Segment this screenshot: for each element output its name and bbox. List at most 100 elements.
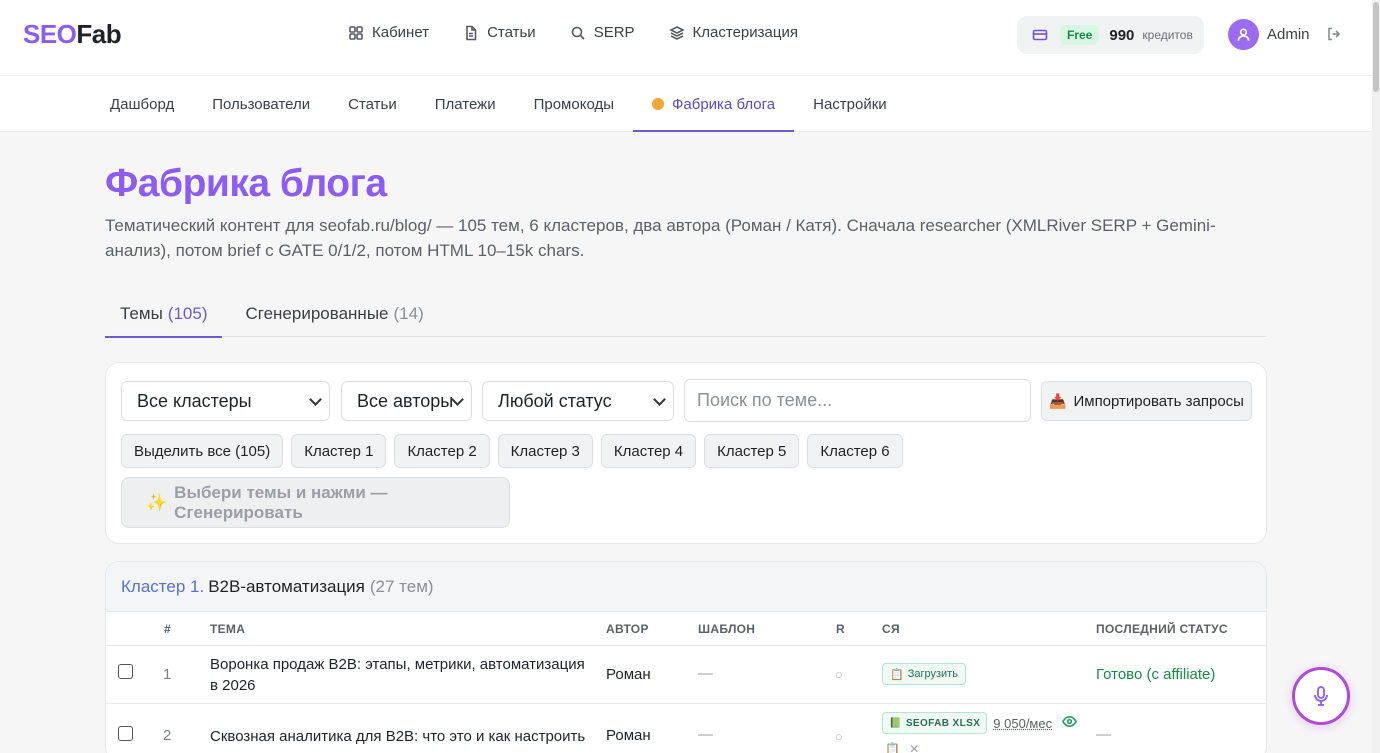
file-icon: 📗 [889,717,902,729]
topnav-label: Кабинет [372,24,430,41]
eye-icon[interactable] [1062,714,1078,733]
author-select[interactable]: Все авторы [341,381,472,421]
cluster-chip-1[interactable]: Кластер 1 [291,434,387,468]
row-r: ○ [835,729,843,744]
table-header: # ТЕМА АВТОР ШАБЛОН R СЯ ПОСЛЕДНИЙ СТАТУ… [106,612,1266,646]
credits-count: 990 [1109,26,1135,44]
cluster-number: Кластер 1. [121,576,205,596]
cluster-chip-2[interactable]: Кластер 2 [394,434,490,468]
content-tabs: Темы (105) Сгенерированные (14) [105,290,1267,338]
row-template: — [698,665,713,682]
import-icon: 📥 [1049,392,1067,409]
col-num: # [164,622,171,636]
user-name[interactable]: Admin [1267,26,1310,43]
logo-fab: Fab [76,19,122,49]
col-theme: ТЕМА [210,622,246,636]
subnav-users[interactable]: Пользователи [193,76,329,132]
cluster-select[interactable]: Все кластеры [121,381,330,421]
top-nav: Кабинет Статьи SERP Кластеризация [348,24,798,41]
topnav-serp[interactable]: SERP [570,24,635,41]
frequency-value[interactable]: 9 050/мес [993,716,1052,731]
grid-icon [349,25,363,40]
col-r: R [836,622,845,636]
subnav-settings[interactable]: Настройки [794,76,906,132]
cluster-chips: Выделить все (105) Кластер 1 Кластер 2 К… [121,434,903,468]
table-row[interactable]: 1 Воронка продаж B2B: этапы, метрики, ав… [106,646,1266,704]
topnav-label: Кластеризация [692,24,798,41]
col-template: ШАБЛОН [698,622,756,636]
close-icon[interactable]: ✕ [909,742,919,753]
search-icon [571,26,585,40]
generate-button[interactable]: ✨ Выбери темы и нажми — Сгенерировать [121,477,510,528]
row-author: Роман [606,727,651,744]
col-status: ПОСЛЕДНИЙ СТАТУС [1096,622,1228,636]
cluster-chip-6[interactable]: Кластер 6 [807,434,903,468]
subnav-payments[interactable]: Платежи [416,76,515,132]
avatar[interactable] [1228,19,1259,50]
table-row[interactable]: 2 Сквозная аналитика для B2B: что это и … [106,704,1266,753]
status-select[interactable]: Любой статус [482,381,674,421]
tab-label: Сгенерированные [245,303,389,323]
file-icon: 📋 [890,668,904,681]
microphone-icon [1314,686,1328,706]
cluster-card: Кластер 1. B2B-автоматизация (27 тем) # … [105,561,1267,753]
clipboard-icon[interactable]: 📋 [885,742,900,753]
top-bar: SEOFab Кабинет Статьи SERP Кластеризация… [0,0,1372,76]
import-queries-button[interactable]: 📥 Импортировать запросы [1041,381,1252,421]
cluster-chip-4[interactable]: Кластер 4 [600,434,697,468]
voice-input-button[interactable] [1292,667,1350,725]
row-author: Роман [606,666,651,683]
admin-subnav: Дашборд Пользователи Статьи Платежи Пром… [0,76,1372,132]
topnav-label: Статьи [487,24,536,41]
scrollbar-thumb[interactable] [1373,2,1379,92]
upload-sya-button[interactable]: 📋 Загрузить [882,663,966,685]
subnav-articles[interactable]: Статьи [329,76,416,132]
cluster-header[interactable]: Кластер 1. B2B-автоматизация (27 тем) [106,562,1266,612]
select-value: Любой статус [498,390,612,411]
row-theme[interactable]: Сквозная аналитика для B2B: что это и ка… [210,726,590,747]
select-all-chip[interactable]: Выделить все (105) [121,434,284,468]
subnav-blog-factory[interactable]: Фабрика блога [633,76,795,132]
tab-generated[interactable]: Сгенерированные (14) [230,290,438,337]
row-checkbox[interactable] [118,726,133,741]
document-icon [466,25,477,40]
tab-topics[interactable]: Темы (105) [105,290,223,338]
cluster-count: (27 тем) [369,576,434,596]
filter-card: Все кластеры Все авторы Любой статус 📥 И… [105,362,1267,544]
cluster-chip-5[interactable]: Кластер 5 [704,434,800,468]
topnav-clustering[interactable]: Кластеризация [668,24,798,41]
cluster-chip-3[interactable]: Кластер 3 [497,434,593,468]
logo[interactable]: SEOFab [23,19,122,50]
col-author: АВТОР [606,622,649,636]
subnav-dashboard[interactable]: Дашборд [91,76,193,132]
chevron-down-icon [309,393,322,406]
tab-count: (14) [393,303,424,323]
xlsx-label: SEOFAB XLSX [905,717,981,729]
subnav-promocodes[interactable]: Промокоды [515,76,633,132]
generate-label: Выбери темы и нажми — Сгенерировать [174,482,388,522]
xlsx-badge[interactable]: 📗 SEOFAB XLSX [882,712,988,734]
subnav-label: Фабрика блога [672,95,776,113]
page-title: Фабрика блога [105,162,387,205]
credits-label: кредитов [1142,28,1193,42]
sparkle-icon: ✨ [146,492,168,512]
topic-search-input[interactable] [684,379,1031,422]
row-theme[interactable]: Воронка продаж B2B: этапы, метрики, авто… [210,654,590,696]
logout-button[interactable] [1326,26,1342,47]
row-status: Готово (с affiliate) [1096,666,1216,683]
row-extra-actions: 📋 ✕ [885,742,919,753]
row-checkbox[interactable] [118,664,133,679]
factory-icon [652,98,664,110]
import-label: Импортировать запросы [1073,392,1244,410]
scrollbar[interactable] [1372,0,1380,753]
logout-icon [1328,27,1341,41]
topnav-articles[interactable]: Статьи [463,24,536,41]
credits-box[interactable]: Free 990 кредитов [1017,16,1204,54]
col-sya: СЯ [882,622,900,636]
logo-seo: SEO [23,19,77,49]
topnav-cabinet[interactable]: Кабинет [348,24,429,41]
row-status: — [1096,726,1111,743]
row-template: — [698,726,713,743]
tab-label: Темы [120,303,163,323]
topnav-label: SERP [593,24,635,41]
